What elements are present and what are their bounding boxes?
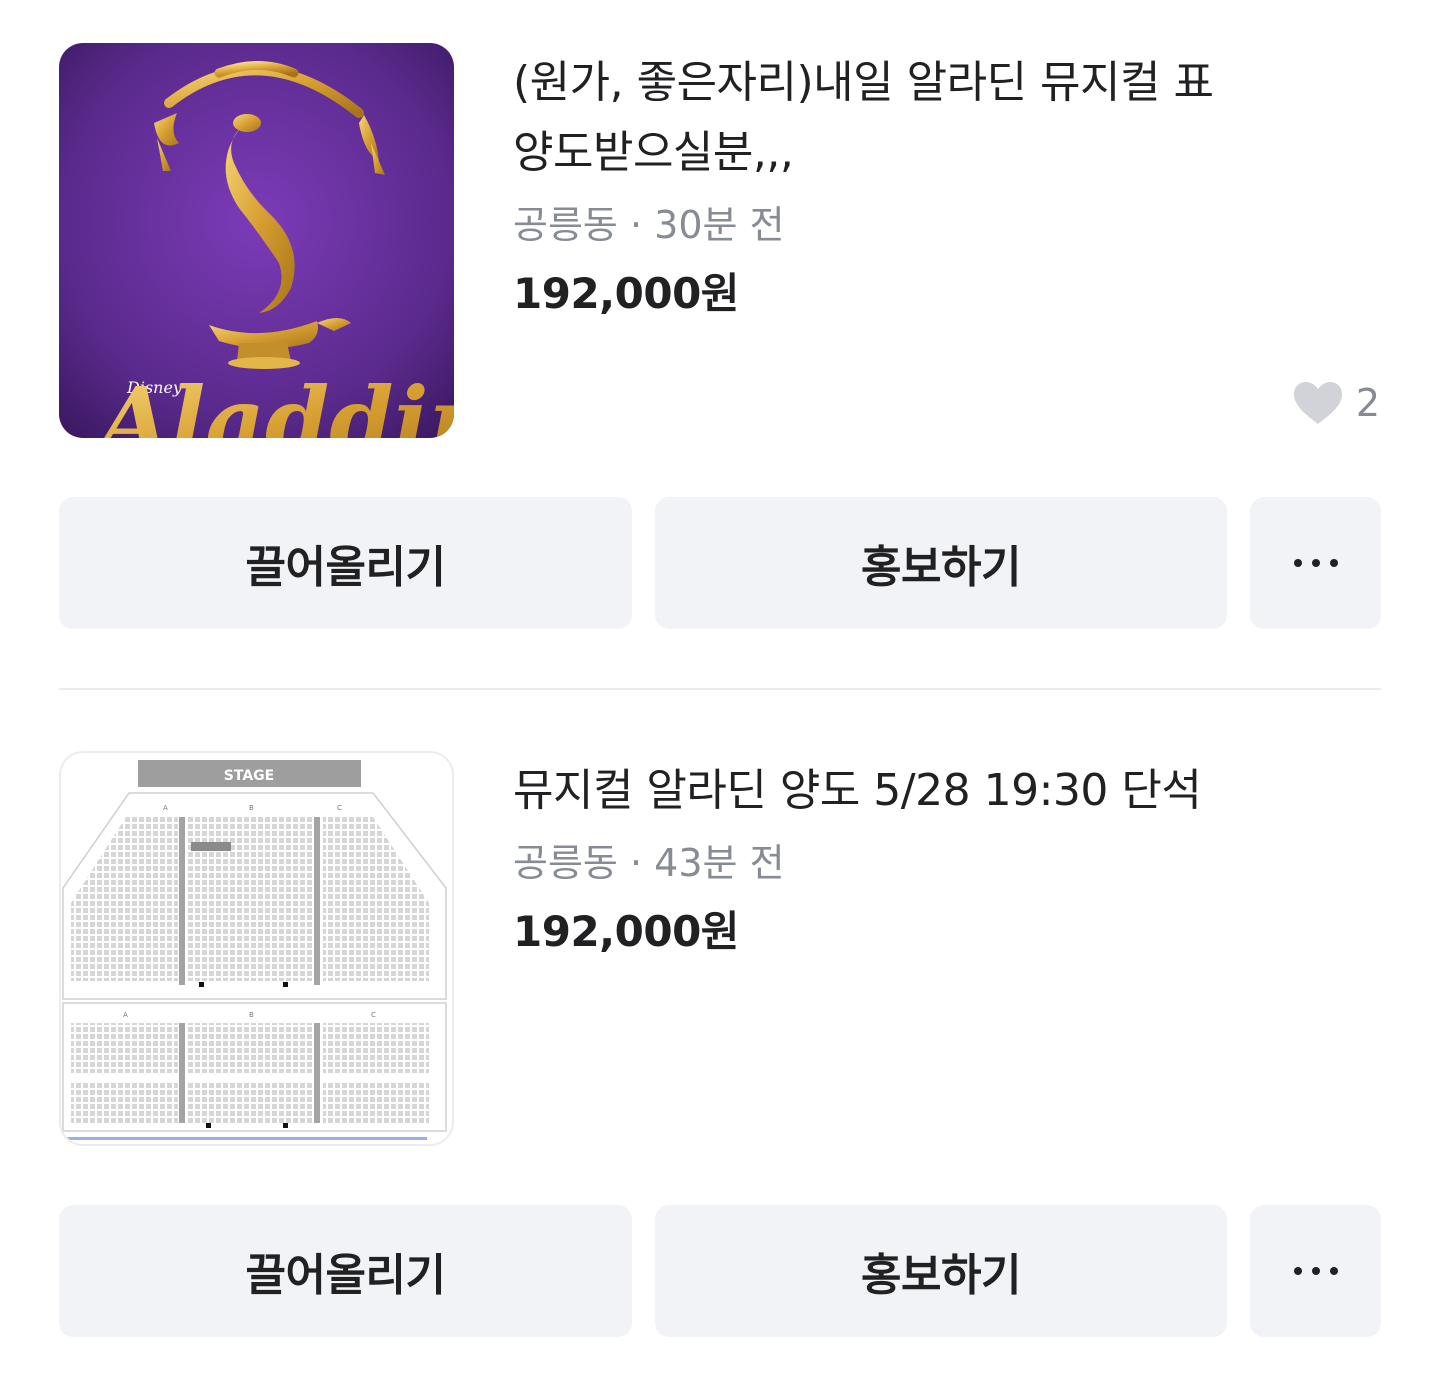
listing-thumbnail-seat-map[interactable]: STAGE A B C A B C xyxy=(59,751,454,1146)
section-label-a-lower: A xyxy=(123,1011,128,1019)
more-icon xyxy=(1293,559,1338,567)
promote-button[interactable]: 홍보하기 xyxy=(655,497,1227,629)
listing-meta: 공릉동 · 30분 전 xyxy=(513,202,1383,248)
listing-title: 뮤지컬 알라딘 양도 5/28 19:30 단석 xyxy=(513,765,1202,816)
more-icon xyxy=(1293,1267,1338,1275)
bump-button[interactable]: 끌어올리기 xyxy=(59,1205,632,1337)
like-count: 2 xyxy=(1292,380,1380,426)
aladdin-wordmark: Aladdin xyxy=(91,367,454,438)
more-button[interactable] xyxy=(1250,497,1381,629)
listing-time: 43분 전 xyxy=(654,841,785,885)
listing-price: 192,000원 xyxy=(513,269,739,318)
more-button[interactable] xyxy=(1250,1205,1381,1337)
seat-map-image: STAGE A B C A B C xyxy=(61,753,452,1144)
promote-button[interactable]: 홍보하기 xyxy=(655,1205,1227,1337)
section-label-c: C xyxy=(337,804,342,812)
listing-title: (원가, 좋은자리)내일 알라딘 뮤지컬 표 양도받으실분,,, xyxy=(513,57,1214,178)
section-label-c-lower: C xyxy=(371,1011,376,1019)
listing-info[interactable]: 뮤지컬 알라딘 양도 5/28 19:30 단석 공릉동 · 43분 전 192… xyxy=(513,756,1383,958)
like-count-value: 2 xyxy=(1355,381,1380,425)
listing-info[interactable]: (원가, 좋은자리)내일 알라딘 뮤지컬 표 양도받으실분,,, 공릉동 · 3… xyxy=(513,48,1383,320)
listing-thumbnail-aladdin-poster[interactable]: Disney Aladdin xyxy=(59,43,454,438)
listing-meta: 공릉동 · 43분 전 xyxy=(513,840,1383,886)
aladdin-poster-image: Disney Aladdin xyxy=(59,43,454,438)
listing-divider xyxy=(59,688,1381,690)
meta-separator: · xyxy=(629,841,643,885)
listing-location: 공릉동 xyxy=(513,203,618,247)
heart-icon xyxy=(1293,382,1342,424)
listing-actions: 끌어올리기 홍보하기 xyxy=(59,1205,1381,1337)
bump-button[interactable]: 끌어올리기 xyxy=(59,497,632,629)
meta-separator: · xyxy=(629,203,643,247)
section-label-a: A xyxy=(163,804,168,812)
listing-price: 192,000원 xyxy=(513,907,739,956)
stage-label: STAGE xyxy=(224,768,274,784)
section-label-b: B xyxy=(249,804,254,812)
section-label-b-lower: B xyxy=(249,1011,254,1019)
listing-actions: 끌어올리기 홍보하기 xyxy=(59,497,1381,629)
listing-time: 30분 전 xyxy=(654,203,785,247)
listing-location: 공릉동 xyxy=(513,841,618,885)
